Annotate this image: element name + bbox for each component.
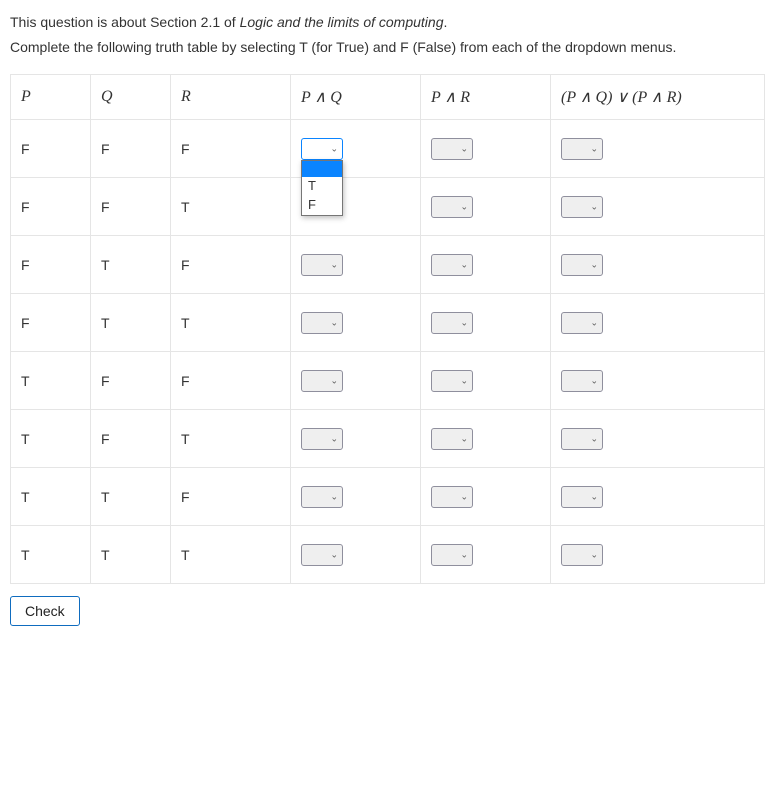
dropdown-pr[interactable] bbox=[431, 428, 473, 450]
cell-q: F bbox=[91, 410, 171, 468]
header-pr: P ∧ R bbox=[421, 75, 551, 120]
cell-p: F bbox=[11, 120, 91, 178]
dropdown-result[interactable] bbox=[561, 428, 603, 450]
cell-p: F bbox=[11, 294, 91, 352]
table-row: T T T ⌄ ⌄ ⌄ bbox=[11, 526, 765, 584]
header-q: Q bbox=[91, 75, 171, 120]
dropdown-options: T F bbox=[301, 160, 343, 216]
intro-line1-pre: This question is about Section 2.1 of bbox=[10, 14, 240, 30]
cell-p: F bbox=[11, 178, 91, 236]
dropdown-pq[interactable] bbox=[301, 254, 343, 276]
dropdown-result[interactable] bbox=[561, 370, 603, 392]
cell-q: T bbox=[91, 468, 171, 526]
cell-q: F bbox=[91, 120, 171, 178]
cell-q: F bbox=[91, 178, 171, 236]
option-f[interactable]: F bbox=[302, 196, 342, 215]
header-result: (P ∧ Q) ∨ (P ∧ R) bbox=[551, 75, 765, 120]
cell-q: T bbox=[91, 294, 171, 352]
dropdown-result[interactable] bbox=[561, 486, 603, 508]
cell-r: F bbox=[171, 352, 291, 410]
table-row: F T T ⌄ ⌄ ⌄ bbox=[11, 294, 765, 352]
header-pq: P ∧ Q bbox=[291, 75, 421, 120]
table-row: T F F ⌄ ⌄ ⌄ bbox=[11, 352, 765, 410]
dropdown-pq[interactable] bbox=[301, 544, 343, 566]
table-row: F T F ⌄ ⌄ ⌄ bbox=[11, 236, 765, 294]
intro-line1-em: Logic and the limits of computing bbox=[240, 14, 444, 30]
table-row: F F F ⌄ T F ⌄ ⌄ bbox=[11, 120, 765, 178]
cell-p: T bbox=[11, 352, 91, 410]
dropdown-pr[interactable] bbox=[431, 196, 473, 218]
dropdown-result[interactable] bbox=[561, 544, 603, 566]
dropdown-pq[interactable] bbox=[301, 370, 343, 392]
dropdown-pq[interactable] bbox=[301, 138, 343, 160]
cell-q: F bbox=[91, 352, 171, 410]
dropdown-pr[interactable] bbox=[431, 254, 473, 276]
cell-r: T bbox=[171, 526, 291, 584]
cell-r: T bbox=[171, 178, 291, 236]
cell-p: T bbox=[11, 410, 91, 468]
dropdown-result[interactable] bbox=[561, 196, 603, 218]
option-t[interactable]: T bbox=[302, 177, 342, 196]
dropdown-pq[interactable] bbox=[301, 486, 343, 508]
table-row: T F T ⌄ ⌄ ⌄ bbox=[11, 410, 765, 468]
header-r: R bbox=[171, 75, 291, 120]
dropdown-pq[interactable] bbox=[301, 312, 343, 334]
dropdown-pr[interactable] bbox=[431, 486, 473, 508]
intro-line1-post: . bbox=[443, 14, 447, 30]
table-row: F F T ⌄ ⌄ bbox=[11, 178, 765, 236]
cell-r: F bbox=[171, 236, 291, 294]
cell-p: F bbox=[11, 236, 91, 294]
dropdown-pr[interactable] bbox=[431, 370, 473, 392]
check-button[interactable]: Check bbox=[10, 596, 80, 626]
dropdown-pq[interactable] bbox=[301, 428, 343, 450]
cell-r: F bbox=[171, 468, 291, 526]
dropdown-result[interactable] bbox=[561, 138, 603, 160]
truth-table: P Q R P ∧ Q P ∧ R (P ∧ Q) ∨ (P ∧ R) F F … bbox=[10, 74, 765, 584]
dropdown-result[interactable] bbox=[561, 254, 603, 276]
dropdown-result[interactable] bbox=[561, 312, 603, 334]
header-p: P bbox=[11, 75, 91, 120]
cell-r: T bbox=[171, 410, 291, 468]
dropdown-pr[interactable] bbox=[431, 138, 473, 160]
option-blank[interactable] bbox=[302, 161, 342, 177]
intro-line2: Complete the following truth table by se… bbox=[10, 39, 676, 55]
table-row: T T F ⌄ ⌄ ⌄ bbox=[11, 468, 765, 526]
cell-r: T bbox=[171, 294, 291, 352]
cell-p: T bbox=[11, 526, 91, 584]
cell-p: T bbox=[11, 468, 91, 526]
question-intro: This question is about Section 2.1 of Lo… bbox=[10, 10, 765, 60]
cell-q: T bbox=[91, 236, 171, 294]
cell-r: F bbox=[171, 120, 291, 178]
dropdown-pr[interactable] bbox=[431, 312, 473, 334]
dropdown-pr[interactable] bbox=[431, 544, 473, 566]
cell-q: T bbox=[91, 526, 171, 584]
